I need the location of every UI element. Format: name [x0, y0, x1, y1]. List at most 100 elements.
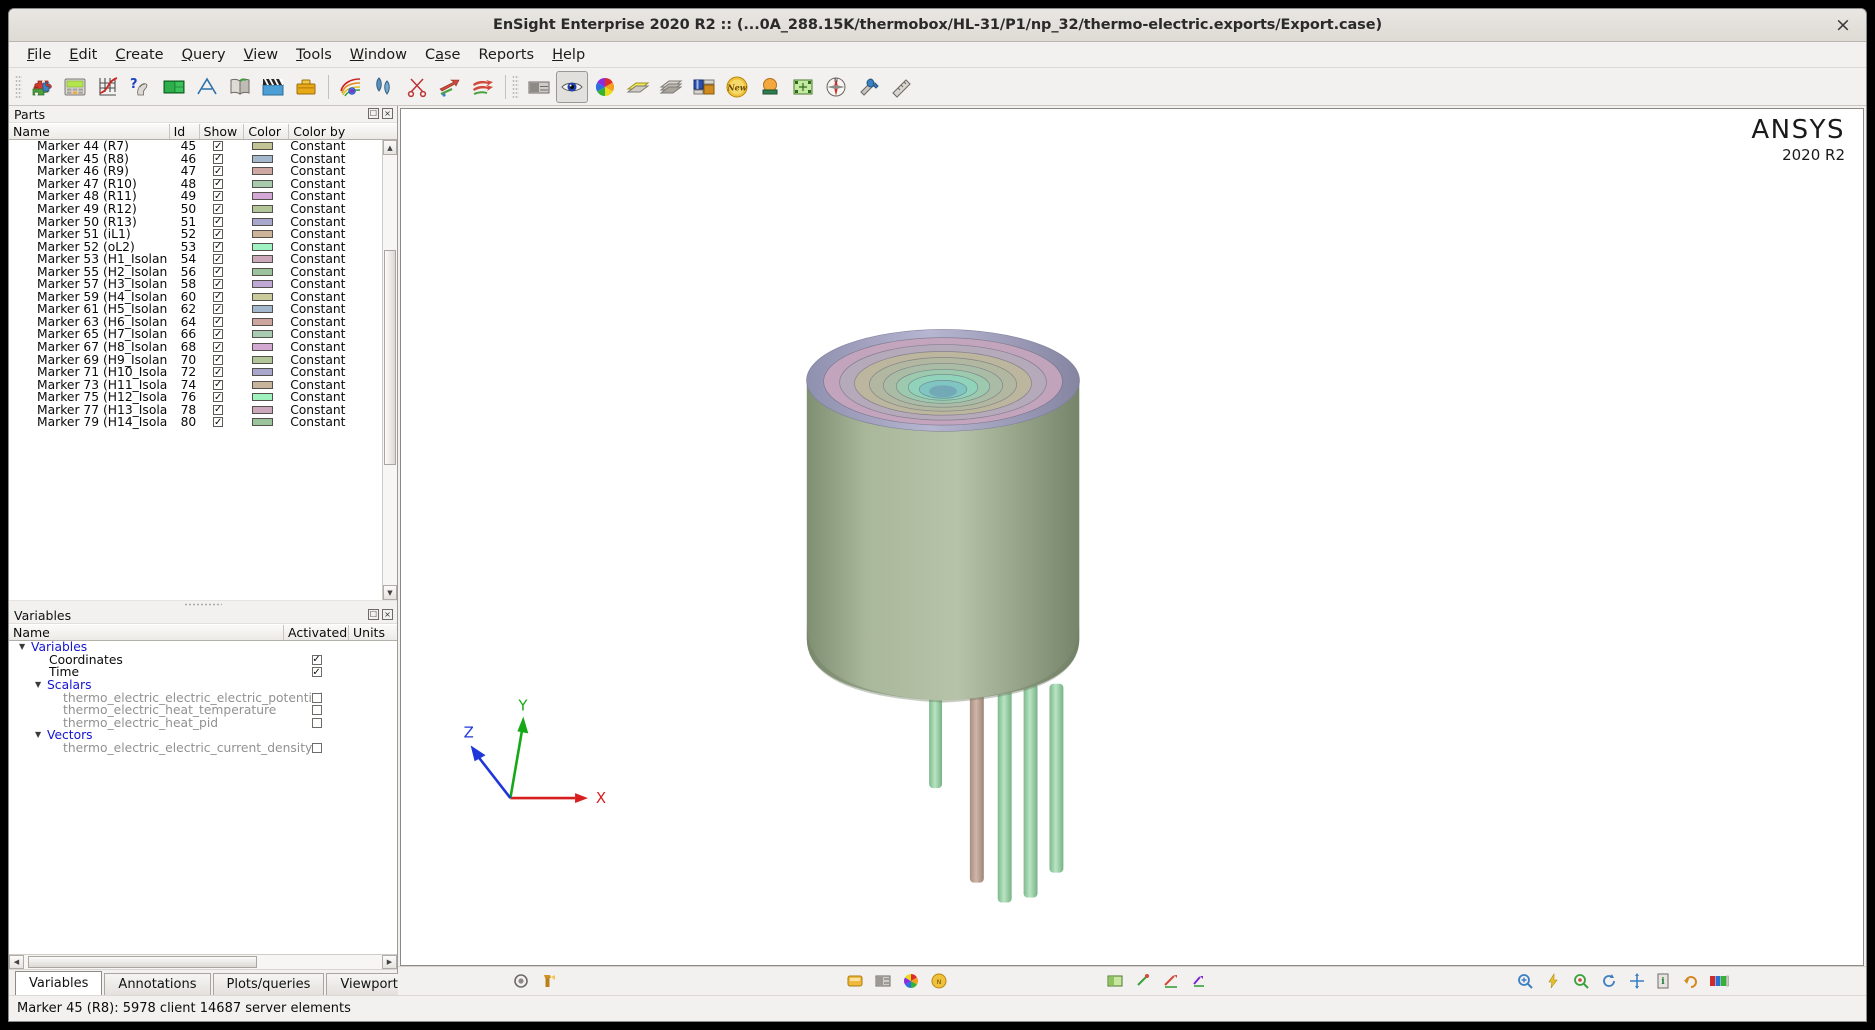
- list-item[interactable]: thermo_electric_electric_current_density: [9, 741, 397, 755]
- frame-icon[interactable]: [523, 71, 555, 103]
- menu-item-case[interactable]: Case: [416, 45, 470, 65]
- parts-list[interactable]: Marker 44 (R7) 45 ✓ Constant Marker 45 (R8) 4…: [9, 140, 382, 600]
- variables-hscroll-track[interactable]: [24, 955, 382, 969]
- part-color-swatch[interactable]: [251, 167, 273, 176]
- scroll-down-icon[interactable]: ▼: [383, 585, 397, 600]
- table-row[interactable]: Marker 48 (R11) 49 ✓ Constant: [9, 189, 382, 203]
- list-item[interactable]: thermo_electric_heat_temperature: [9, 703, 397, 717]
- table-row[interactable]: Marker 53 (H1_Isolant) 54 ✓ Constant: [9, 252, 382, 266]
- table-row[interactable]: Marker 47 (R10) 48 ✓ Constant: [9, 177, 382, 191]
- part-color-swatch[interactable]: [251, 355, 273, 364]
- plot-icon[interactable]: [92, 71, 124, 103]
- part-color-swatch[interactable]: [251, 405, 273, 414]
- color-by-icon[interactable]: [870, 969, 896, 993]
- table-row[interactable]: Marker 57 (H3_Isolant) 58 ✓ Constant: [9, 277, 382, 291]
- vector-arrow-icon[interactable]: [434, 71, 466, 103]
- part-color-swatch[interactable]: [251, 255, 273, 264]
- lightning-icon[interactable]: [1540, 969, 1566, 993]
- parts-col-id[interactable]: Id: [169, 124, 200, 139]
- table-row[interactable]: Marker 69 (H9_Isolant) 70 ✓ Constant: [9, 353, 382, 367]
- pan-icon[interactable]: [1624, 969, 1650, 993]
- part-show-checkbox[interactable]: ✓: [213, 178, 224, 189]
- model-render[interactable]: X Y Z: [401, 109, 1863, 965]
- variables-group-row[interactable]: ▼ Variables: [9, 641, 397, 654]
- menu-item-create[interactable]: Create: [106, 45, 172, 65]
- rotate-icon[interactable]: [1596, 969, 1622, 993]
- part-color-swatch[interactable]: [251, 154, 273, 163]
- variables-col-units[interactable]: Units: [349, 625, 396, 640]
- variable-activated-checkbox[interactable]: [311, 705, 322, 716]
- legend-icon[interactable]: [688, 71, 720, 103]
- parts-icon[interactable]: [26, 71, 58, 103]
- part-show-checkbox[interactable]: ✓: [213, 166, 224, 177]
- part-color-swatch[interactable]: [251, 242, 273, 251]
- table-row[interactable]: Marker 45 (R8) 46 ✓ Constant: [9, 152, 382, 166]
- tab-variables[interactable]: Variables: [15, 971, 103, 995]
- toolbar-grip[interactable]: [15, 74, 22, 99]
- flashlight-icon[interactable]: [536, 969, 562, 993]
- zoom-fit-icon[interactable]: [1568, 969, 1594, 993]
- table-row[interactable]: Marker 77 (H13_Isolant)78✓Constant: [9, 403, 382, 417]
- list-item[interactable]: thermo_electric_heat_pid: [9, 716, 397, 730]
- part-show-checkbox[interactable]: ✓: [213, 191, 224, 202]
- undo-icon[interactable]: [1678, 969, 1704, 993]
- part-show-checkbox[interactable]: ✓: [213, 266, 224, 277]
- part-show-checkbox[interactable]: ✓: [213, 204, 224, 214]
- menu-item-file[interactable]: File: [18, 45, 60, 65]
- table-row[interactable]: Marker 44 (R7) 45 ✓ Constant: [9, 140, 382, 153]
- new-badge-icon[interactable]: New: [721, 71, 753, 103]
- variables-group-row[interactable]: ▼ Scalars: [9, 678, 397, 692]
- table-row[interactable]: Marker 49 (R12) 50 ✓ Constant: [9, 202, 382, 216]
- contour-icon[interactable]: [335, 71, 367, 103]
- part-color-swatch[interactable]: [251, 280, 273, 289]
- ruler-icon[interactable]: [886, 71, 918, 103]
- parts-close-icon[interactable]: ×: [382, 108, 393, 119]
- highlight-icon[interactable]: [842, 969, 868, 993]
- query-interactive-icon[interactable]: ?: [125, 71, 157, 103]
- variables-col-activated[interactable]: Activated: [284, 625, 349, 640]
- variables-hscroll-thumb[interactable]: [27, 956, 257, 968]
- table-row[interactable]: Marker 50 (R13) 51 ✓ Constant: [9, 215, 382, 229]
- color-blocks-icon[interactable]: [1706, 969, 1732, 993]
- spreadsheet-icon[interactable]: [59, 71, 91, 103]
- part-color-swatch[interactable]: [251, 368, 273, 377]
- part-show-checkbox[interactable]: ✓: [213, 279, 224, 290]
- table-row[interactable]: Marker 55 (H2_Isolant) 56 ✓ Constant: [9, 265, 382, 279]
- table-row[interactable]: Marker 65 (H7_Isolant) 66 ✓ Constant: [9, 327, 382, 341]
- menu-item-tools[interactable]: Tools: [287, 45, 341, 65]
- menu-item-window[interactable]: Window: [341, 45, 416, 65]
- tools-wrench-icon[interactable]: [853, 71, 885, 103]
- bounds-icon[interactable]: [787, 71, 819, 103]
- variable-activated-checkbox[interactable]: [311, 743, 322, 754]
- part-color-swatch[interactable]: [251, 343, 273, 352]
- part-show-checkbox[interactable]: ✓: [213, 354, 224, 365]
- parts-col-colorby[interactable]: Color by: [289, 124, 398, 139]
- part-color-swatch[interactable]: [251, 380, 273, 389]
- animation-clapper-icon[interactable]: [257, 71, 289, 103]
- menu-item-help[interactable]: Help: [543, 45, 594, 65]
- part-color-swatch[interactable]: [251, 418, 273, 427]
- part-show-checkbox[interactable]: ✓: [213, 241, 224, 252]
- part-color-swatch[interactable]: [251, 330, 273, 339]
- scroll-left-icon[interactable]: ◀: [9, 955, 24, 969]
- pin-icon[interactable]: [1130, 969, 1156, 993]
- annotation-text-icon[interactable]: [191, 71, 223, 103]
- table-row[interactable]: Marker 67 (H8_Isolant) 68 ✓ Constant: [9, 340, 382, 354]
- part-show-checkbox[interactable]: ✓: [213, 153, 224, 164]
- chevron-down-icon[interactable]: ▼: [19, 643, 31, 651]
- tab-plots-queries[interactable]: Plots/queries: [212, 973, 325, 995]
- part-show-checkbox[interactable]: ✓: [213, 379, 224, 390]
- parts-float-icon[interactable]: ☐: [368, 108, 379, 119]
- table-row[interactable]: Marker 52 (oL2) 53 ✓ Constant: [9, 240, 382, 254]
- menu-item-query[interactable]: Query: [173, 45, 235, 65]
- part-color-swatch[interactable]: [251, 292, 273, 301]
- parts-col-color[interactable]: Color: [244, 124, 290, 139]
- part-color-swatch[interactable]: [251, 305, 273, 314]
- parts-col-show[interactable]: Show: [199, 124, 245, 139]
- close-icon[interactable]: ×: [1832, 14, 1854, 36]
- palette-icon[interactable]: [898, 969, 924, 993]
- part-show-checkbox[interactable]: ✓: [213, 367, 224, 378]
- part-color-swatch[interactable]: [251, 142, 273, 151]
- part-color-swatch[interactable]: [251, 393, 273, 402]
- part-color-swatch[interactable]: [251, 217, 273, 226]
